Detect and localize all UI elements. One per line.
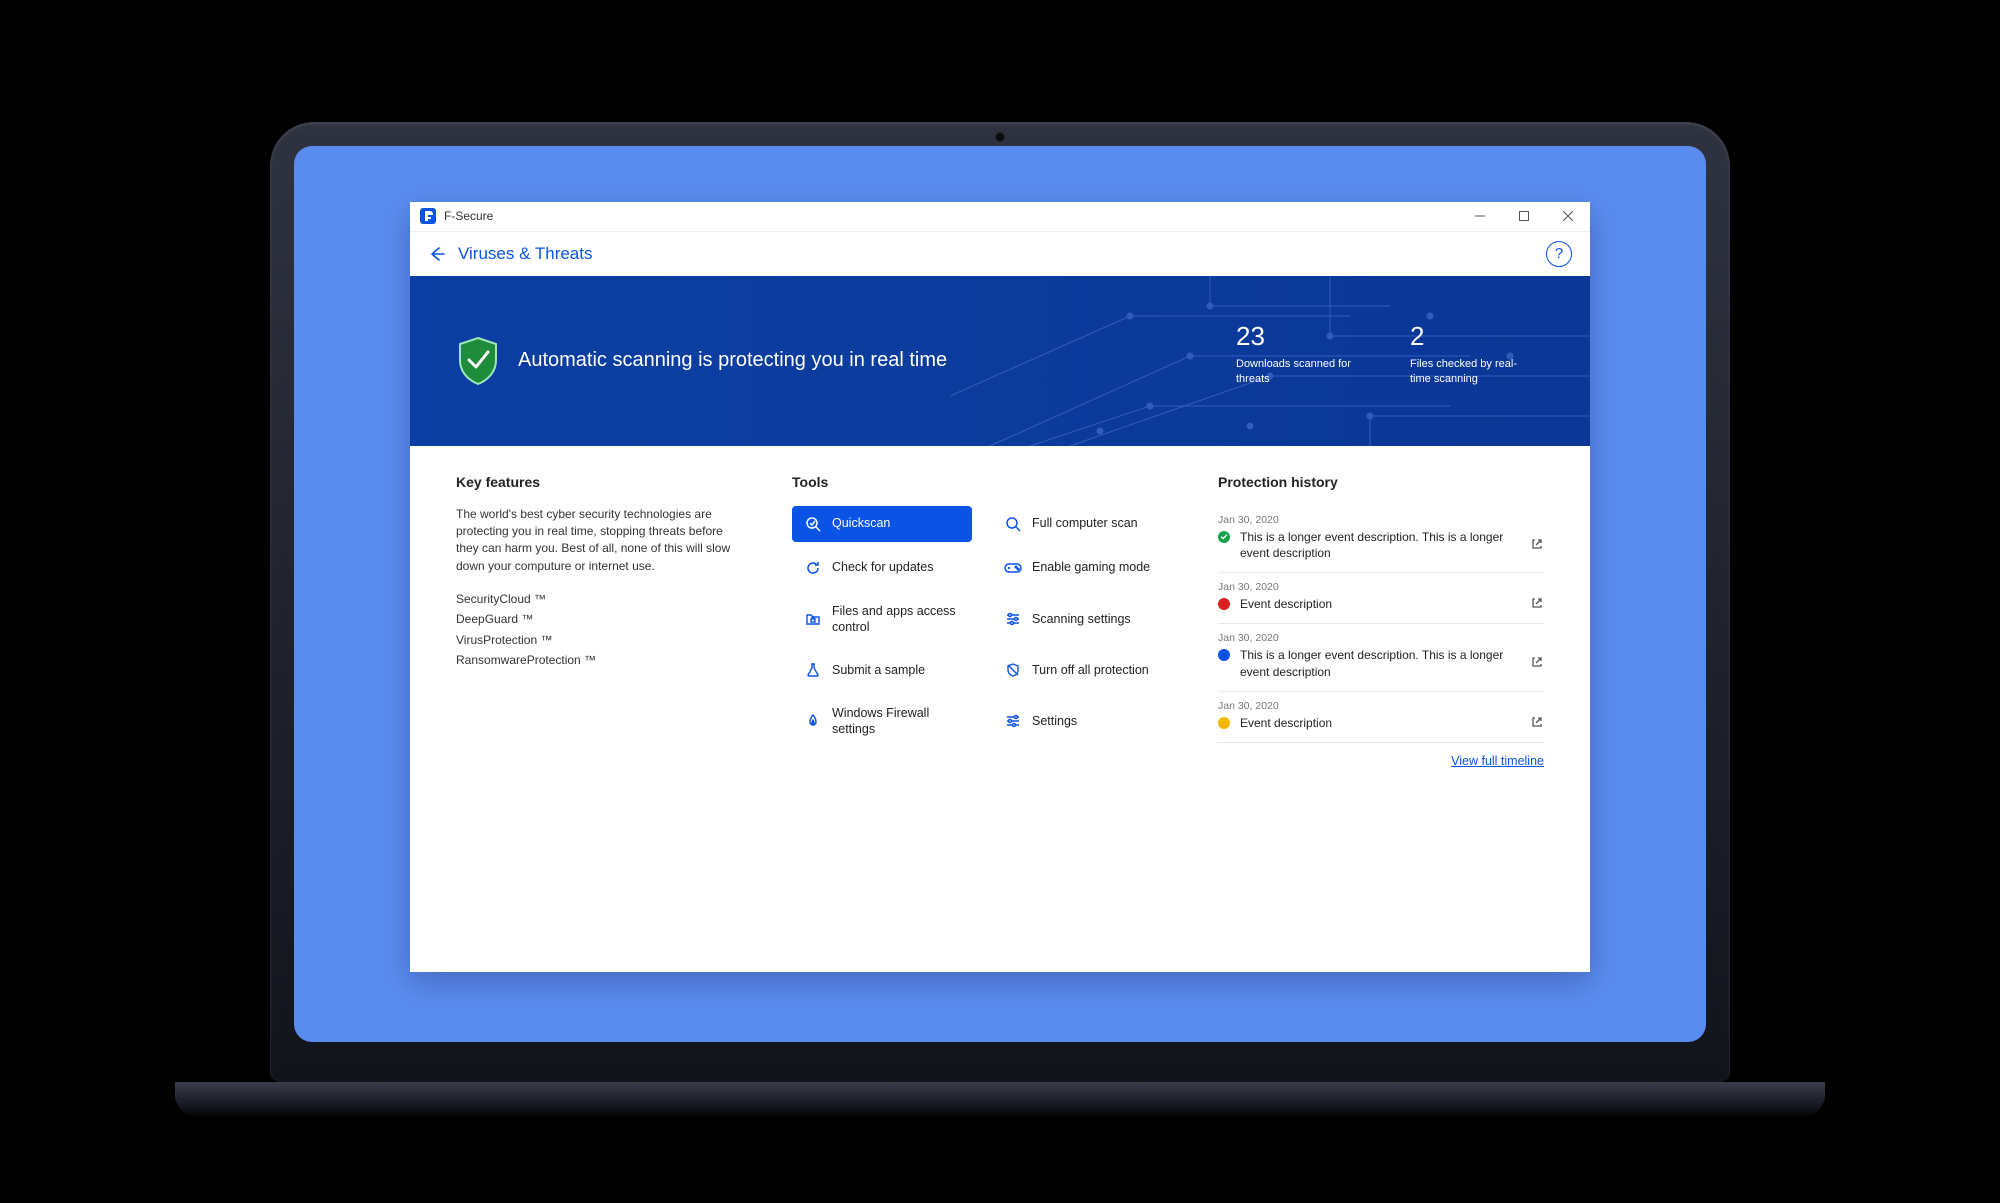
- tool-files-access[interactable]: Files and apps access control: [792, 594, 972, 645]
- tool-label: Windows Firewall settings: [832, 705, 960, 738]
- view-full-timeline-link[interactable]: View full timeline: [1451, 754, 1544, 768]
- folder-lock-icon: [804, 610, 822, 628]
- hero-banner: Automatic scanning is protecting you in …: [410, 276, 1590, 446]
- event-date: Jan 30, 2020: [1218, 514, 1544, 526]
- laptop-screen: F-Secure: [294, 146, 1706, 1042]
- event-description: Event description: [1240, 596, 1520, 613]
- tool-label: Settings: [1032, 713, 1160, 729]
- sliders-icon: [1004, 610, 1022, 628]
- maximize-icon: [1519, 211, 1529, 221]
- event-date: Jan 30, 2020: [1218, 700, 1544, 712]
- external-link-icon: [1530, 655, 1544, 669]
- minimize-button[interactable]: [1458, 201, 1502, 231]
- tool-settings[interactable]: Settings: [992, 696, 1172, 747]
- event-date: Jan 30, 2020: [1218, 632, 1544, 644]
- external-link-icon: [1530, 537, 1544, 551]
- tool-label: Submit a sample: [832, 662, 960, 678]
- feature-item: DeepGuard ™: [456, 609, 746, 629]
- history-event[interactable]: Jan 30, 2020 Event description: [1218, 573, 1544, 624]
- feature-item: SecurityCloud ™: [456, 589, 746, 609]
- firewall-icon: [804, 712, 822, 730]
- feature-item: RansomwareProtection ™: [456, 650, 746, 670]
- page-title: Viruses & Threats: [458, 244, 593, 264]
- tool-label: Files and apps access control: [832, 603, 960, 636]
- refresh-icon: [804, 559, 822, 577]
- status-dot-success-icon: [1218, 531, 1230, 543]
- tools-heading: Tools: [792, 474, 1172, 490]
- history-section: Protection history Jan 30, 2020 This is …: [1218, 474, 1544, 944]
- external-link-icon: [1530, 596, 1544, 610]
- laptop-camera: [995, 132, 1005, 142]
- open-event-button[interactable]: [1530, 537, 1544, 554]
- hero-stats: 23 Downloads scanned for threats 2 Files…: [1236, 320, 1530, 386]
- laptop-frame: F-Secure: [270, 122, 1730, 1082]
- stat-value: 2: [1410, 320, 1530, 354]
- stat-label: Files checked by real-time scanning: [1410, 357, 1530, 386]
- stat-files-checked: 2 Files checked by real-time scanning: [1410, 320, 1530, 386]
- window-controls: [1458, 201, 1590, 231]
- tool-label: Full computer scan: [1032, 515, 1160, 531]
- subheader: Viruses & Threats ?: [410, 232, 1590, 276]
- key-features-section: Key features The world's best cyber secu…: [456, 474, 746, 944]
- tool-label: Quickscan: [832, 515, 960, 531]
- key-features-heading: Key features: [456, 474, 746, 490]
- tools-section: Tools Quickscan Full computer scan Ch: [792, 474, 1172, 944]
- external-link-icon: [1530, 715, 1544, 729]
- stat-value: 23: [1236, 320, 1356, 354]
- back-button[interactable]: [428, 245, 446, 263]
- content-area: Key features The world's best cyber secu…: [410, 446, 1590, 972]
- titlebar: F-Secure: [410, 202, 1590, 232]
- shield-icon: [456, 336, 500, 386]
- open-event-button[interactable]: [1530, 655, 1544, 672]
- event-description: This is a longer event description. This…: [1240, 647, 1520, 681]
- key-features-list: SecurityCloud ™ DeepGuard ™ VirusProtect…: [456, 589, 746, 671]
- search-icon: [1004, 515, 1022, 533]
- status-dot-warning-icon: [1218, 717, 1230, 729]
- app-logo-icon: [420, 208, 436, 224]
- status-dot-error-icon: [1218, 598, 1230, 610]
- open-event-button[interactable]: [1530, 596, 1544, 613]
- tool-quickscan[interactable]: Quickscan: [792, 506, 972, 542]
- tool-label: Check for updates: [832, 559, 960, 575]
- gamepad-icon: [1004, 559, 1022, 577]
- tool-label: Turn off all protection: [1032, 662, 1160, 678]
- tool-check-updates[interactable]: Check for updates: [792, 550, 972, 586]
- history-event[interactable]: Jan 30, 2020 Event description: [1218, 692, 1544, 743]
- feature-item: VirusProtection ™: [456, 630, 746, 650]
- tool-turn-off[interactable]: Turn off all protection: [992, 652, 1172, 688]
- tool-submit-sample[interactable]: Submit a sample: [792, 652, 972, 688]
- hero-headline: Automatic scanning is protecting you in …: [518, 349, 947, 372]
- back-arrow-icon: [428, 245, 446, 263]
- event-description: Event description: [1240, 715, 1520, 732]
- stat-downloads-scanned: 23 Downloads scanned for threats: [1236, 320, 1356, 386]
- close-button[interactable]: [1546, 201, 1590, 231]
- app-window: F-Secure: [410, 202, 1590, 972]
- close-icon: [1563, 211, 1573, 221]
- tool-full-scan[interactable]: Full computer scan: [992, 506, 1172, 542]
- tool-label: Enable gaming mode: [1032, 559, 1160, 575]
- tool-scan-settings[interactable]: Scanning settings: [992, 594, 1172, 645]
- sliders-icon: [1004, 712, 1022, 730]
- help-button[interactable]: ?: [1546, 241, 1572, 267]
- tool-gaming-mode[interactable]: Enable gaming mode: [992, 550, 1172, 586]
- flask-icon: [804, 661, 822, 679]
- minimize-icon: [1475, 211, 1485, 221]
- status-dot-info-icon: [1218, 649, 1230, 661]
- tool-label: Scanning settings: [1032, 611, 1160, 627]
- key-features-description: The world's best cyber security technolo…: [456, 506, 746, 576]
- event-date: Jan 30, 2020: [1218, 581, 1544, 593]
- open-event-button[interactable]: [1530, 715, 1544, 732]
- history-event[interactable]: Jan 30, 2020 This is a longer event desc…: [1218, 506, 1544, 574]
- event-description: This is a longer event description. This…: [1240, 529, 1520, 563]
- stat-label: Downloads scanned for threats: [1236, 357, 1356, 386]
- help-icon: ?: [1555, 245, 1563, 262]
- tool-firewall[interactable]: Windows Firewall settings: [792, 696, 972, 747]
- maximize-button[interactable]: [1502, 201, 1546, 231]
- history-events: Jan 30, 2020 This is a longer event desc…: [1218, 506, 1544, 743]
- history-event[interactable]: Jan 30, 2020 This is a longer event desc…: [1218, 624, 1544, 692]
- app-name: F-Secure: [444, 209, 493, 223]
- shield-off-icon: [1004, 661, 1022, 679]
- history-heading: Protection history: [1218, 474, 1544, 490]
- quickscan-icon: [804, 515, 822, 533]
